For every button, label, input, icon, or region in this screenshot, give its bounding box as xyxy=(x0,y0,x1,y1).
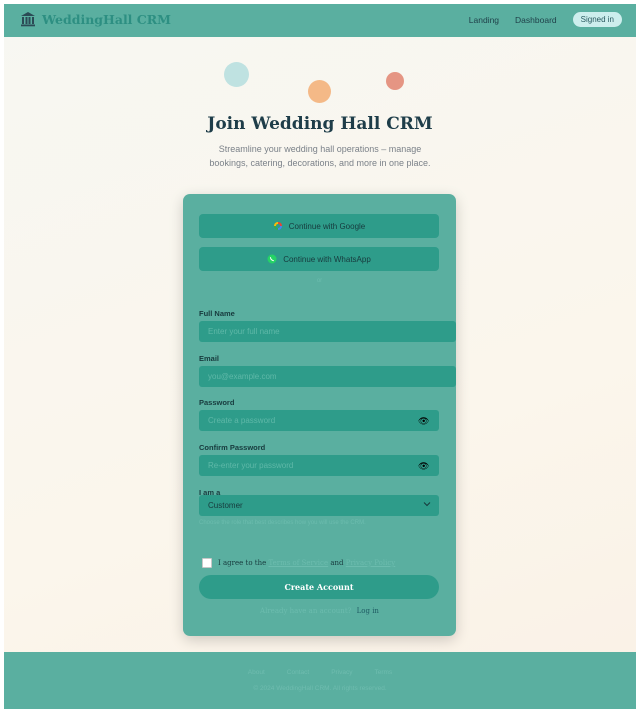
google-button-label: Continue with Google xyxy=(288,221,366,231)
full-name-input[interactable] xyxy=(199,321,456,342)
role-hint: Choose the role that best describes how … xyxy=(199,520,366,526)
login-prompt: Already have an account? xyxy=(260,607,352,615)
terms-prefix: I agree to the xyxy=(218,559,267,567)
whatsapp-signin-button[interactable]: Continue with WhatsApp xyxy=(199,247,439,271)
footer: About Contact Privacy Terms © 2024 Weddi… xyxy=(4,652,636,709)
top-navbar: WeddingHall CRM Landing Dashboard Signed… xyxy=(4,4,636,37)
terms-and: and xyxy=(330,559,344,567)
signup-card: Continue with Google Continue with Whats… xyxy=(183,194,456,636)
footer-link-privacy[interactable]: Privacy xyxy=(331,669,352,676)
decorative-circle-teal xyxy=(224,62,249,87)
whatsapp-button-label: Continue with WhatsApp xyxy=(283,254,371,264)
email-input[interactable] xyxy=(199,366,456,387)
brand-name: WeddingHall CRM xyxy=(42,11,171,27)
login-link[interactable]: Log in xyxy=(357,607,379,615)
show-password-eye-icon[interactable]: 👁 xyxy=(418,416,429,426)
nav-landing[interactable]: Landing xyxy=(469,15,499,25)
login-row: Already have an account? Log in xyxy=(183,607,456,615)
confirm-password-input[interactable] xyxy=(199,455,439,476)
password-input[interactable] xyxy=(199,410,439,431)
whatsapp-icon xyxy=(267,254,277,264)
terms-of-service-link[interactable]: Terms of Service xyxy=(268,559,328,567)
decorative-circle-coral xyxy=(386,72,404,90)
signed-in-badge[interactable]: Signed in xyxy=(572,12,622,27)
footer-links: About Contact Privacy Terms xyxy=(4,669,636,676)
full-name-label: Full Name xyxy=(199,309,235,318)
page-subtitle: Streamline your wedding hall operations … xyxy=(209,144,431,168)
page-title: Join Wedding Hall CRM xyxy=(207,114,433,134)
footer-copyright: © 2024 WeddingHall CRM. All rights reser… xyxy=(253,685,387,692)
chevron-down-icon xyxy=(423,502,431,507)
role-select[interactable]: Customer xyxy=(199,495,439,516)
google-icon xyxy=(273,222,282,230)
role-select-value: Customer xyxy=(208,501,243,510)
privacy-policy-link[interactable]: Privacy Policy xyxy=(346,559,396,567)
email-label: Email xyxy=(199,354,220,363)
building-icon xyxy=(21,12,35,27)
brand[interactable]: WeddingHall CRM xyxy=(20,11,171,27)
create-account-button[interactable]: Create Account xyxy=(199,575,439,599)
terms-text: I agree to the Terms of Service and Priv… xyxy=(218,559,395,567)
password-label: Password xyxy=(199,398,235,407)
google-signin-button[interactable]: Continue with Google xyxy=(199,214,439,238)
confirm-password-label: Confirm Password xyxy=(199,443,266,452)
show-confirm-password-eye-icon[interactable]: 👁 xyxy=(418,461,429,471)
footer-link-contact[interactable]: Contact xyxy=(287,669,309,676)
decorative-circle-orange xyxy=(308,80,331,103)
footer-link-about[interactable]: About xyxy=(248,669,265,676)
terms-agreement: I agree to the Terms of Service and Priv… xyxy=(202,558,395,568)
or-divider: or xyxy=(316,278,323,284)
nav-dashboard[interactable]: Dashboard xyxy=(515,15,557,25)
top-nav: Landing Dashboard Signed in xyxy=(469,12,622,27)
page-frame: WeddingHall CRM Landing Dashboard Signed… xyxy=(4,4,636,709)
footer-link-terms[interactable]: Terms xyxy=(375,669,393,676)
terms-checkbox[interactable] xyxy=(202,558,212,568)
